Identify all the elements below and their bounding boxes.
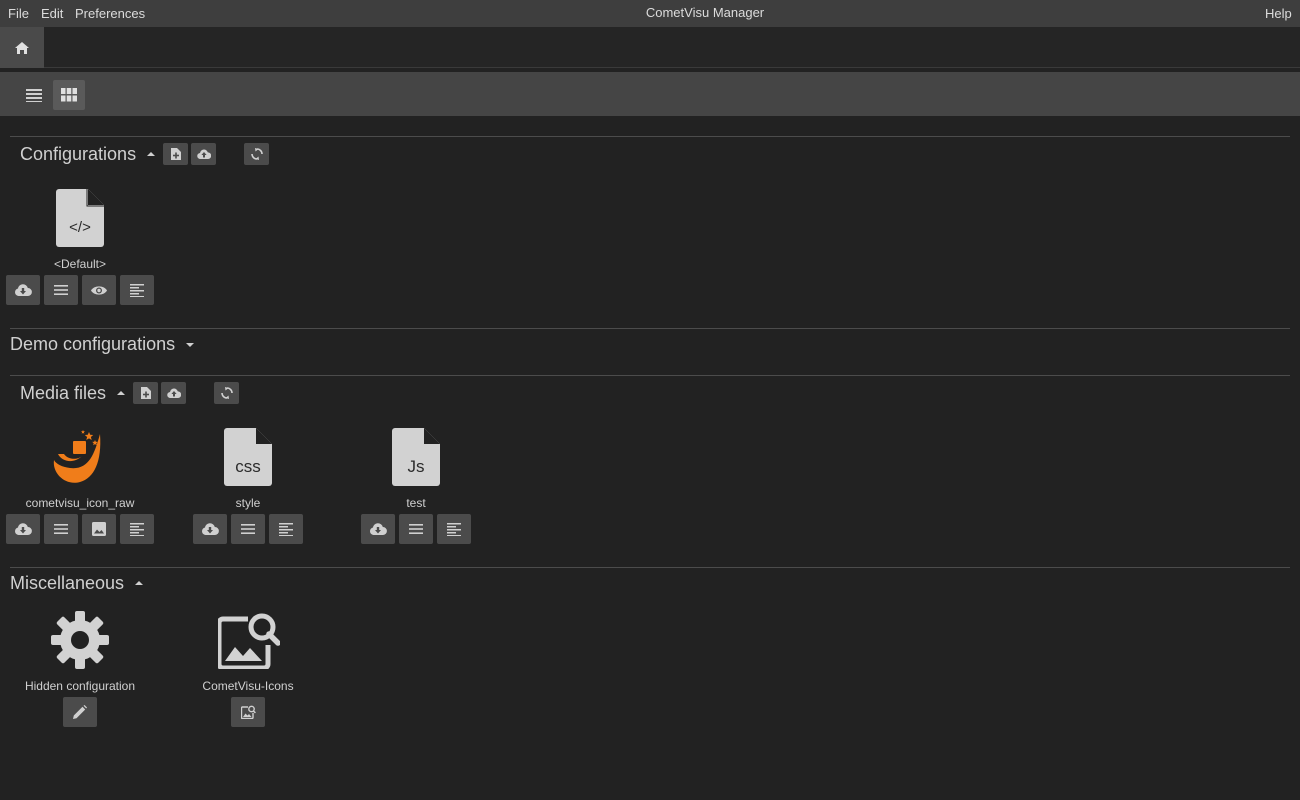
demo-configurations-title: Demo configurations (10, 334, 176, 354)
miscellaneous-title: Miscellaneous (10, 573, 125, 593)
media-item-label: test (406, 496, 426, 510)
window-title: CometVisu Manager (645, 5, 765, 20)
upload-media-button[interactable] (161, 382, 186, 404)
text-edit-button[interactable] (269, 514, 303, 544)
menu-lines-icon (54, 524, 68, 534)
text-edit-button[interactable] (437, 514, 471, 544)
cloud-upload-icon (166, 388, 181, 398)
new-file-icon (170, 148, 181, 160)
edit-button[interactable] (44, 275, 78, 305)
image-search-small-icon (240, 705, 256, 719)
new-media-button[interactable] (133, 382, 158, 404)
refresh-media-button[interactable] (214, 382, 239, 404)
misc-item-label: Hidden configuration (24, 679, 136, 693)
text-align-icon (279, 522, 293, 536)
edit-button[interactable] (44, 514, 78, 544)
menu-lines-icon (241, 524, 255, 534)
home-icon (15, 41, 29, 54)
default-config-label: <Default> (53, 257, 107, 271)
cloud-download-icon (15, 523, 32, 535)
configurations-title: Configurations (20, 144, 137, 164)
grid-view-icon (61, 88, 77, 102)
refresh-icon (250, 148, 263, 160)
css-file-icon[interactable]: css (224, 428, 272, 486)
new-file-icon (140, 387, 151, 399)
cloud-download-icon (15, 284, 32, 296)
default-config-icon[interactable]: </> (56, 189, 104, 247)
text-align-icon (130, 283, 144, 297)
js-glyph: Js (407, 457, 425, 476)
collapse-caret-icon[interactable] (135, 581, 143, 585)
text-align-icon (447, 522, 461, 536)
download-button[interactable] (6, 514, 40, 544)
new-config-button[interactable] (163, 143, 188, 165)
view-toolbar (0, 72, 1300, 116)
xml-glyph: </> (69, 219, 91, 236)
image-search-icon[interactable] (218, 611, 280, 669)
pencil-icon (73, 705, 87, 719)
collapse-caret-icon[interactable] (147, 152, 155, 156)
misc-item-label: CometVisu-Icons (202, 679, 294, 693)
section-separator (10, 328, 1290, 329)
eye-icon (91, 285, 107, 295)
text-align-icon (130, 522, 144, 536)
edit-hidden-config-button[interactable] (63, 697, 97, 727)
refresh-config-button[interactable] (244, 143, 269, 165)
collapse-caret-icon[interactable] (117, 391, 125, 395)
text-edit-button[interactable] (120, 514, 154, 544)
refresh-icon (220, 387, 233, 399)
open-icons-button[interactable] (231, 697, 265, 727)
menu-lines-icon (54, 285, 68, 295)
js-file-icon[interactable]: Js (392, 428, 440, 486)
tab-strip (0, 27, 1300, 68)
image-icon (92, 522, 106, 536)
edit-button[interactable] (399, 514, 433, 544)
download-button[interactable] (6, 275, 40, 305)
download-button[interactable] (193, 514, 227, 544)
section-separator (10, 567, 1290, 568)
media-item-label: style (235, 496, 261, 510)
menu-help[interactable]: Help (1265, 6, 1292, 21)
list-view-button[interactable] (18, 80, 50, 110)
cloud-upload-icon (196, 149, 211, 159)
gear-icon[interactable] (51, 611, 109, 669)
menubar: File Edit Preferences CometVisu Manager … (0, 0, 1300, 27)
expand-caret-icon[interactable] (186, 343, 194, 347)
list-view-icon (26, 89, 42, 102)
home-tab[interactable] (0, 27, 44, 68)
edit-button[interactable] (231, 514, 265, 544)
cloud-download-icon (370, 523, 387, 535)
media-item-label: cometvisu_icon_raw (25, 496, 135, 510)
cometvisu-logo-icon[interactable] (48, 426, 106, 488)
grid-view-button[interactable] (53, 80, 85, 110)
section-separator (10, 136, 1290, 137)
cloud-download-icon (202, 523, 219, 535)
css-glyph: css (235, 457, 261, 476)
menu-lines-icon (409, 524, 423, 534)
preview-button[interactable] (82, 275, 116, 305)
view-image-button[interactable] (82, 514, 116, 544)
text-edit-button[interactable] (120, 275, 154, 305)
download-button[interactable] (361, 514, 395, 544)
upload-config-button[interactable] (191, 143, 216, 165)
media-files-title: Media files (20, 383, 107, 403)
section-separator (10, 375, 1290, 376)
